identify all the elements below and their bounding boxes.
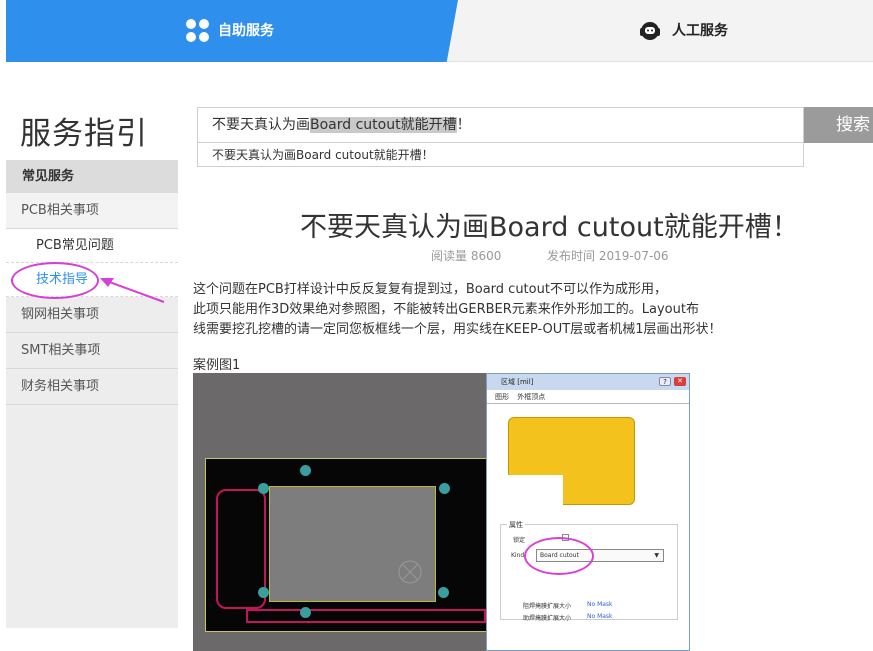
pcb-board <box>205 458 490 632</box>
region-dialog: 区域 [mil] ? ✕ 图形 外框顶点 属性 锁定 Kind Board cu… <box>486 373 690 651</box>
grid-icon <box>186 19 210 43</box>
lock-label: 锁定 <box>513 537 526 544</box>
sidebar-subitem-pcb-faq[interactable]: PCB常见问题 <box>6 229 178 263</box>
close-icon[interactable]: ✕ <box>674 377 686 386</box>
solder-mask-label: 阻焊掩膜扩展大小 <box>523 603 572 610</box>
annotation-ellipse-kind <box>524 537 594 575</box>
sidebar-item-pcb[interactable]: PCB相关事项 <box>6 193 178 229</box>
solder-mask-value[interactable]: No Mask <box>587 601 613 608</box>
dialog-title-text: 区域 [mil] <box>501 378 534 386</box>
tab-human-service[interactable]: 人工服务 <box>458 0 873 62</box>
search-text-tail: ！ <box>456 117 471 133</box>
pcb-via <box>258 587 269 598</box>
tab-human-service-label: 人工服务 <box>672 23 728 39</box>
annotation-ellipse-sidebar <box>11 262 99 299</box>
article-line: 这个问题在PCB打样设计中反反复复有提到过，Board cutout不可以作为成… <box>193 282 667 297</box>
sidebar-item-finance[interactable]: 财务相关事项 <box>6 369 178 405</box>
pcb-via <box>300 607 311 618</box>
pcb-via <box>300 465 311 476</box>
article-body: 这个问题在PCB打样设计中反反复复有提到过，Board cutout不可以作为成… <box>193 280 793 340</box>
pcb-via <box>439 483 450 494</box>
pcb-via <box>438 587 449 598</box>
kind-label: Kind <box>511 552 525 559</box>
pcb-trace <box>246 609 486 623</box>
search-text-plain: 不要天真认为画 <box>212 117 310 133</box>
search-text-highlight: Board cutout就能开槽 <box>310 117 457 133</box>
properties-label: 属性 <box>507 520 525 530</box>
chevron-down-icon: ▼ <box>654 552 659 559</box>
read-count: 阅读量 8600 <box>431 249 502 263</box>
cross-circle-icon <box>398 560 422 584</box>
tab-self-service-label: 自助服务 <box>218 23 274 39</box>
article-title: 不要天真认为画Board cutout就能开槽！ <box>300 212 799 243</box>
article-line: 此项只能用作3D效果绝对参照图，不能被转出GERBER元素来作外形加工的。Lay… <box>193 302 699 317</box>
shape-notch <box>507 475 563 507</box>
sidebar-header: 常见服务 <box>6 160 178 193</box>
headset-icon <box>640 22 660 40</box>
search-suggestion[interactable]: 不要天真认为画Board cutout就能开槽！ <box>197 143 804 167</box>
help-icon[interactable]: ? <box>659 377 671 386</box>
paste-mask-value[interactable]: No Mask <box>587 613 613 620</box>
pcb-cutout-area <box>269 486 436 602</box>
figure-caption: 案例图1 <box>193 358 241 373</box>
dialog-tab-vertices[interactable]: 外框顶点 <box>517 393 545 401</box>
article-line: 线需要挖孔挖槽的请一定同您板框线一个层，用实线在KEEP-OUT层或者机械1层画… <box>193 322 722 337</box>
search-button[interactable]: 搜索 <box>804 107 873 143</box>
publish-date: 发布时间 2019-07-06 <box>547 249 669 263</box>
dialog-title: 区域 [mil] ? ✕ <box>487 374 689 390</box>
page-title: 服务指引 <box>20 116 148 152</box>
service-tabs: 自助服务 人工服务 <box>6 0 873 62</box>
search-input[interactable]: 不要天真认为画Board cutout就能开槽！ <box>197 107 804 143</box>
annotation-arrow-icon <box>100 278 165 303</box>
dialog-tab-shape[interactable]: 图形 <box>495 393 509 401</box>
dialog-tabs: 图形 外框顶点 <box>487 390 689 404</box>
pcb-via <box>258 483 269 494</box>
tab-self-service[interactable]: 自助服务 <box>6 0 458 62</box>
sidebar-item-smt[interactable]: SMT相关事项 <box>6 333 178 369</box>
paste-mask-label: 助焊掩膜扩展大小 <box>523 615 572 622</box>
sidebar: 常见服务 PCB相关事项 PCB常见问题 技术指导 钢网相关事项 SMT相关事项… <box>6 160 178 628</box>
